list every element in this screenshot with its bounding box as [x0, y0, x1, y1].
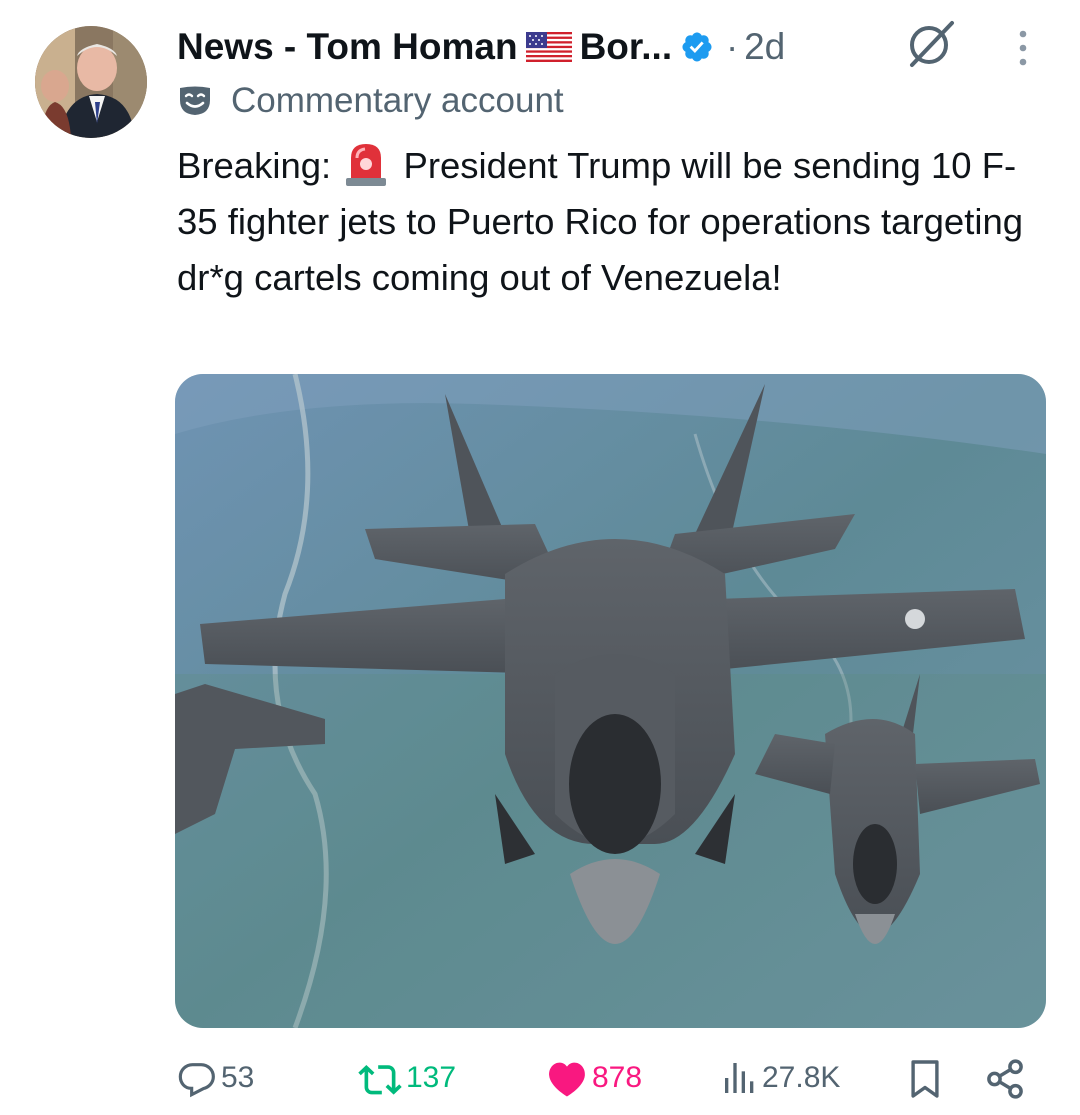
- post-time[interactable]: 2d: [744, 26, 785, 68]
- share-button[interactable]: [984, 1058, 1026, 1100]
- author-name[interactable]: News - Tom Homan: [177, 26, 518, 68]
- share-icon: [987, 1059, 1023, 1099]
- avatar[interactable]: [35, 26, 147, 138]
- verified-icon: [682, 32, 712, 62]
- reply-count: 53: [221, 1061, 255, 1094]
- reply-icon: [178, 1063, 215, 1098]
- like-icon: [549, 1062, 585, 1097]
- views-icon: [725, 1063, 754, 1093]
- bookmark-button[interactable]: [908, 1058, 942, 1100]
- account-label[interactable]: Commentary account: [177, 78, 564, 124]
- post-text-lead: Breaking:: [177, 145, 342, 186]
- post-image[interactable]: [175, 374, 1046, 1028]
- post-text: Breaking: President Trump will be sendin…: [177, 138, 1047, 306]
- like-button[interactable]: 878: [546, 1058, 642, 1098]
- views-button[interactable]: 27.8K: [722, 1058, 840, 1098]
- repost-button[interactable]: 137: [358, 1058, 456, 1098]
- commentary-label: Commentary account: [231, 81, 564, 120]
- like-count: 878: [592, 1061, 643, 1094]
- us-flag-icon: [525, 32, 572, 62]
- view-count: 27.8K: [762, 1061, 841, 1094]
- grok-icon[interactable]: [904, 17, 958, 69]
- siren-icon: [346, 144, 387, 186]
- action-bar: 53 137 878 27.8K: [0, 1040, 1080, 1115]
- commentary-mask-icon: [180, 86, 210, 115]
- separator-dot: ·: [726, 26, 739, 67]
- more-icon[interactable]: [1012, 28, 1034, 68]
- repost-count: 137: [406, 1061, 457, 1094]
- repost-icon: [358, 1065, 402, 1095]
- bookmark-icon: [911, 1060, 939, 1098]
- reply-button[interactable]: 53: [177, 1058, 254, 1098]
- author-name-suffix[interactable]: Bor...: [580, 26, 673, 68]
